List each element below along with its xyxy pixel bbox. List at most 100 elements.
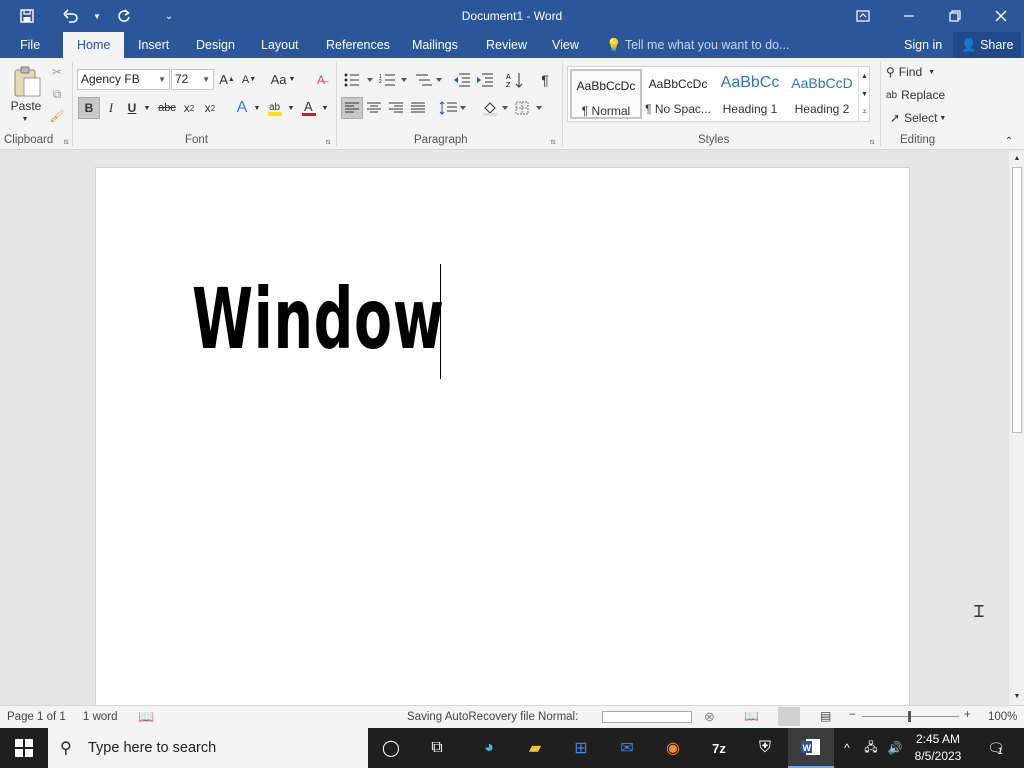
web-layout-icon[interactable]: ▤ (820, 709, 831, 723)
highlight-icon[interactable]: ab (264, 97, 286, 119)
underline-dropdown-icon[interactable]: ▼ (142, 97, 152, 119)
text-effects-icon[interactable]: A (232, 97, 252, 119)
cancel-save-icon[interactable]: ⊗ (704, 709, 715, 725)
paragraph-launcher-icon[interactable]: ⧅ (547, 136, 559, 148)
zoom-level[interactable]: 100% (988, 711, 1017, 723)
task-view-icon[interactable]: ⧉ (414, 728, 460, 768)
ribbon-display-options-icon[interactable] (840, 0, 886, 32)
styles-more-icon[interactable]: ⩡ (858, 103, 870, 121)
word-taskbar-icon[interactable]: W (788, 728, 834, 768)
scroll-up-icon[interactable]: ▲ (1012, 153, 1022, 163)
collapse-ribbon-icon[interactable]: ⌃ (1002, 134, 1016, 148)
cut-icon[interactable]: ✂ (48, 63, 66, 81)
styles-scroll-up-icon[interactable]: ▲ (858, 67, 870, 85)
mail-icon[interactable]: ✉ (604, 728, 650, 768)
sign-in-link[interactable]: Sign in (900, 32, 946, 58)
bold-button[interactable]: B (78, 97, 100, 119)
shrink-font-icon[interactable]: A ▼ (240, 69, 258, 90)
tab-references[interactable]: References (322, 32, 394, 58)
align-right-button[interactable] (386, 97, 406, 119)
paste-button[interactable]: Paste (5, 98, 47, 114)
7zip-icon[interactable]: 7z (696, 728, 742, 768)
sort-icon[interactable]: AZ (504, 69, 526, 90)
zoom-slider-thumb[interactable] (908, 711, 911, 722)
justify-button[interactable] (408, 97, 428, 119)
edge-icon[interactable]: ◕ (466, 728, 512, 768)
bullets-icon[interactable] (341, 69, 375, 90)
underline-button[interactable]: U (122, 97, 142, 119)
format-painter-icon[interactable]: 🖌 (48, 107, 66, 125)
align-left-button[interactable] (341, 97, 363, 119)
replace-button[interactable]: ab Replace (886, 85, 956, 105)
show-hidden-icons[interactable]: ^ (838, 728, 856, 768)
superscript-button[interactable]: x2 (200, 97, 220, 119)
security-shield-icon[interactable]: ⛨ (742, 728, 788, 768)
style-no-spacing[interactable]: AaBbCcDc ¶ No Spac... (642, 69, 714, 119)
taskbar-search-box[interactable]: ⚲ Type here to search (48, 728, 368, 768)
subscript-button[interactable]: x2 (179, 97, 199, 119)
windows-start-icon[interactable] (0, 728, 48, 768)
styles-launcher-icon[interactable]: ⧅ (866, 136, 878, 148)
tab-design[interactable]: Design (192, 32, 239, 58)
text-effects-dropdown-icon[interactable]: ▼ (252, 97, 262, 119)
clear-formatting-icon[interactable]: A̶ (310, 69, 332, 90)
font-launcher-icon[interactable]: ⧅ (322, 136, 334, 148)
grow-font-icon[interactable]: A ▲ (218, 69, 236, 90)
notifications-icon[interactable]: 🗨 1 (980, 728, 1010, 768)
zoom-out-icon[interactable]: − (849, 709, 856, 721)
clipboard-launcher-icon[interactable]: ⧅ (60, 136, 72, 148)
store-icon[interactable]: ⊞ (558, 728, 604, 768)
tab-file[interactable]: File (16, 32, 44, 58)
tell-me-box[interactable]: 💡 Tell me what you want to do... (606, 32, 790, 58)
tab-layout[interactable]: Layout (257, 32, 303, 58)
network-icon[interactable]: 🖧 (860, 728, 882, 768)
clock[interactable]: 2:45 AM 8/5/2023 (906, 731, 970, 765)
shading-icon[interactable] (480, 97, 512, 119)
document-page[interactable]: Window (95, 167, 910, 705)
increase-indent-icon[interactable] (474, 69, 496, 90)
tab-view[interactable]: View (548, 32, 583, 58)
style-heading-2[interactable]: AaBbCcD Heading 2 (786, 69, 858, 119)
tab-insert[interactable]: Insert (134, 32, 173, 58)
page-count[interactable]: Page 1 of 1 (7, 711, 66, 723)
tab-review[interactable]: Review (482, 32, 531, 58)
select-button[interactable]: ➚ Select ▼ (890, 108, 956, 128)
decrease-indent-icon[interactable] (451, 69, 473, 90)
print-layout-icon[interactable] (778, 707, 800, 726)
highlight-dropdown-icon[interactable]: ▼ (286, 97, 296, 119)
italic-button[interactable]: I (101, 97, 121, 119)
proofing-icon[interactable]: 📖 (138, 709, 154, 725)
multilevel-list-icon[interactable] (412, 69, 446, 90)
styles-scroll-down-icon[interactable]: ▼ (858, 85, 870, 103)
close-button[interactable] (978, 0, 1024, 32)
font-color-icon[interactable]: A (298, 97, 320, 119)
numbering-icon[interactable]: 12 (377, 69, 411, 90)
copy-icon[interactable]: ⧉ (48, 85, 66, 103)
tab-home[interactable]: Home (63, 32, 125, 58)
style-normal[interactable]: AaBbCcDc ¶ Normal (570, 69, 642, 119)
share-button[interactable]: 👤 Share (953, 32, 1022, 58)
font-family-select[interactable]: Agency FB ▼ (77, 69, 170, 90)
restore-button[interactable] (932, 0, 978, 32)
document-text[interactable]: Window (192, 270, 445, 368)
scroll-down-icon[interactable]: ▼ (1012, 691, 1022, 701)
document-area[interactable]: Window (0, 151, 1008, 705)
tab-mailings[interactable]: Mailings (408, 32, 462, 58)
paste-dropdown-icon[interactable]: ▼ (19, 114, 31, 124)
file-explorer-icon[interactable]: ▰ (512, 728, 558, 768)
change-case-icon[interactable]: Aa ▼ (267, 69, 299, 90)
cortana-icon[interactable]: ◯ (368, 728, 414, 768)
paste-icon[interactable] (8, 64, 46, 100)
borders-icon[interactable] (514, 97, 546, 119)
word-count[interactable]: 1 word (83, 711, 118, 723)
style-heading-1[interactable]: AaBbCc Heading 1 (714, 69, 786, 119)
font-color-dropdown-icon[interactable]: ▼ (320, 97, 330, 119)
vertical-scrollbar[interactable]: ▲ ▼ (1008, 151, 1024, 705)
scrollbar-thumb[interactable] (1012, 167, 1022, 433)
line-spacing-icon[interactable] (438, 97, 468, 119)
minimize-button[interactable] (886, 0, 932, 32)
find-button[interactable]: ⚲ Find ▼ (886, 62, 956, 82)
zoom-in-icon[interactable]: + (964, 709, 971, 721)
volume-icon[interactable]: 🔊 (884, 728, 906, 768)
show-formatting-marks-icon[interactable]: ¶ (535, 69, 555, 90)
